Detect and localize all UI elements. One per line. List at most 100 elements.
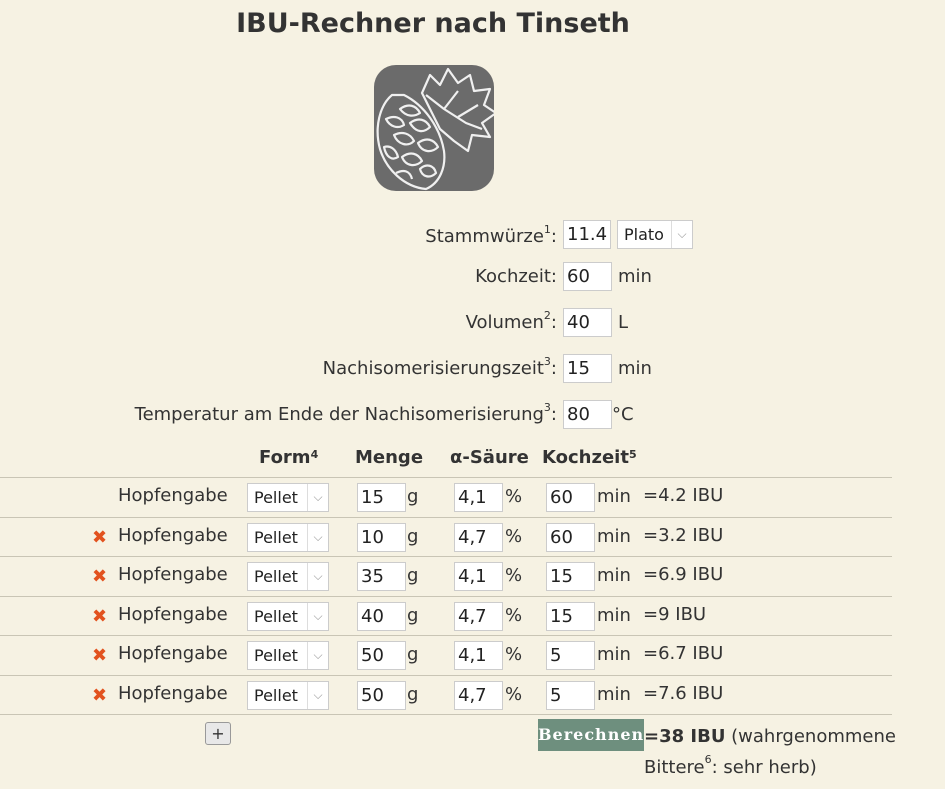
hop-kochzeit-input[interactable]: 15 [546,602,595,631]
hop-alpha-input[interactable]: 4,7 [454,602,503,631]
hop-kochzeit-unit: min [597,605,631,626]
header-form: Form4 [259,447,319,468]
hop-menge-unit: g [407,605,419,626]
header-menge: Menge [355,447,424,468]
footnote-4: 4 [310,448,319,461]
hop-name: Hopfengabe [118,525,228,546]
stammwuerze-unit-select[interactable]: Plato ⌵ [617,220,693,249]
footnote-3: 3 [543,355,551,368]
hop-kochzeit-unit: min [597,684,631,705]
hop-ibu-value: =6.9 IBU [643,564,724,585]
chevron-down-icon: ⌵ [307,682,328,709]
hop-row: Hopfengabe Pellet ⌵ 15 g 4,1% 60 min =4.2 IBU [0,478,892,517]
hop-name: Hopfengabe [118,643,228,664]
remove-icon[interactable]: ✖ [92,606,107,627]
hop-alpha-input[interactable]: 4,7 [454,523,503,552]
hop-form-value: Pellet [254,646,298,665]
hop-menge-input[interactable]: 35 [357,562,406,591]
hop-form-select[interactable]: Pellet ⌵ [247,523,329,552]
stammwuerze-input[interactable]: 11.4 [563,220,611,249]
hop-alpha-unit: % [505,526,523,547]
hop-ibu-value: =7.6 IBU [643,683,724,704]
result-text: =38 IBU (wahrgenommene Bittere6: sehr he… [644,726,896,778]
hop-ibu-value: =3.2 IBU [643,525,724,546]
hop-form-value: Pellet [254,488,298,507]
hop-row: ✖ Hopfengabe Pellet ⌵ 35 g 4,1% 15 min =6.9 IBU [0,557,892,596]
hop-menge-input[interactable]: 50 [357,681,406,710]
hop-alpha-input[interactable]: 4,1 [454,562,503,591]
stammwuerze-label-row: Stammwürze1: [0,222,557,252]
hop-form-select[interactable]: Pellet ⌵ [247,641,329,670]
hop-menge-input[interactable]: 15 [357,483,406,512]
chevron-down-icon: ⌵ [307,563,328,590]
remove-icon[interactable]: ✖ [92,566,107,587]
hop-form-value: Pellet [254,607,298,626]
nachiso-input[interactable]: 15 [563,354,612,383]
calculate-button[interactable]: Berechnen [538,719,644,751]
hop-form-select[interactable]: Pellet ⌵ [247,562,329,591]
footnote-5: 5 [628,448,637,461]
header-kochzeit: Kochzeit5 [542,447,637,468]
remove-icon[interactable]: ✖ [92,527,107,548]
volumen-unit: L [618,312,629,333]
hop-row: ✖ Hopfengabe Pellet ⌵ 50 g 4,1% 5 min =6.7 IBU [0,636,892,675]
hop-kochzeit-input[interactable]: 5 [546,641,595,670]
chevron-down-icon: ⌵ [307,603,328,630]
temperatur-label-row: Temperatur am Ende der Nachisomerisierun… [0,400,557,430]
hop-row: ✖ Hopfengabe Pellet ⌵ 10 g 4,7% 60 min =3.2 IBU [0,518,892,557]
hop-name: Hopfengabe [118,604,228,625]
footnote-3b: 3 [543,401,551,414]
hop-kochzeit-input[interactable]: 60 [546,483,595,512]
hop-row: ✖ Hopfengabe Pellet ⌵ 40 g 4,7% 15 min =9 IBU [0,597,892,636]
hop-ibu-value: =9 IBU [643,604,707,625]
page-title: IBU-Rechner nach Tinseth [236,8,630,39]
remove-icon[interactable]: ✖ [92,645,107,666]
hop-row: ✖ Hopfengabe Pellet ⌵ 50 g 4,7% 5 min =7.6 IBU [0,676,892,715]
volumen-label-row: Volumen2: [0,308,557,338]
hop-alpha-input[interactable]: 4,1 [454,483,503,512]
hop-menge-unit: g [407,684,419,705]
hop-form-select[interactable]: Pellet ⌵ [247,483,329,512]
hop-alpha-input[interactable]: 4,1 [454,641,503,670]
result-total: =38 IBU [644,726,726,747]
add-hop-button[interactable]: + [205,722,231,745]
chevron-down-icon: ⌵ [671,221,692,248]
hop-form-value: Pellet [254,528,298,547]
hop-kochzeit-input[interactable]: 15 [546,562,595,591]
hop-menge-input[interactable]: 10 [357,523,406,552]
hop-kochzeit-input[interactable]: 60 [546,523,595,552]
temperatur-unit: °C [612,404,634,425]
hop-kochzeit-unit: min [597,644,631,665]
volumen-label: Volumen2: [465,309,557,333]
hop-kochzeit-unit: min [597,486,631,507]
hop-menge-unit: g [407,486,419,507]
hop-kochzeit-input[interactable]: 5 [546,681,595,710]
chevron-down-icon: ⌵ [307,484,328,511]
hop-menge-unit: g [407,644,419,665]
nachiso-unit: min [618,358,652,379]
hop-alpha-unit: % [505,486,523,507]
header-alpha: α-Säure [450,447,529,468]
hop-menge-input[interactable]: 40 [357,602,406,631]
remove-icon[interactable]: ✖ [92,685,107,706]
footnote-6: 6 [704,753,712,766]
hop-cone-logo [374,65,494,191]
hop-kochzeit-unit: min [597,565,631,586]
hop-name: Hopfengabe [118,683,228,704]
hop-kochzeit-unit: min [597,526,631,547]
hop-form-select[interactable]: Pellet ⌵ [247,602,329,631]
hop-menge-unit: g [407,526,419,547]
temperatur-input[interactable]: 80 [563,400,612,429]
chevron-down-icon: ⌵ [307,524,328,551]
stammwuerze-unit-value: Plato [624,225,664,244]
row-divider [0,714,892,715]
kochzeit-input[interactable]: 60 [563,262,612,291]
hop-form-value: Pellet [254,567,298,586]
hop-menge-input[interactable]: 50 [357,641,406,670]
hop-name: Hopfengabe [118,564,228,585]
kochzeit-unit: min [618,266,652,287]
hop-alpha-input[interactable]: 4,7 [454,681,503,710]
volumen-input[interactable]: 40 [563,308,612,337]
hop-form-select[interactable]: Pellet ⌵ [247,681,329,710]
hop-alpha-unit: % [505,565,523,586]
